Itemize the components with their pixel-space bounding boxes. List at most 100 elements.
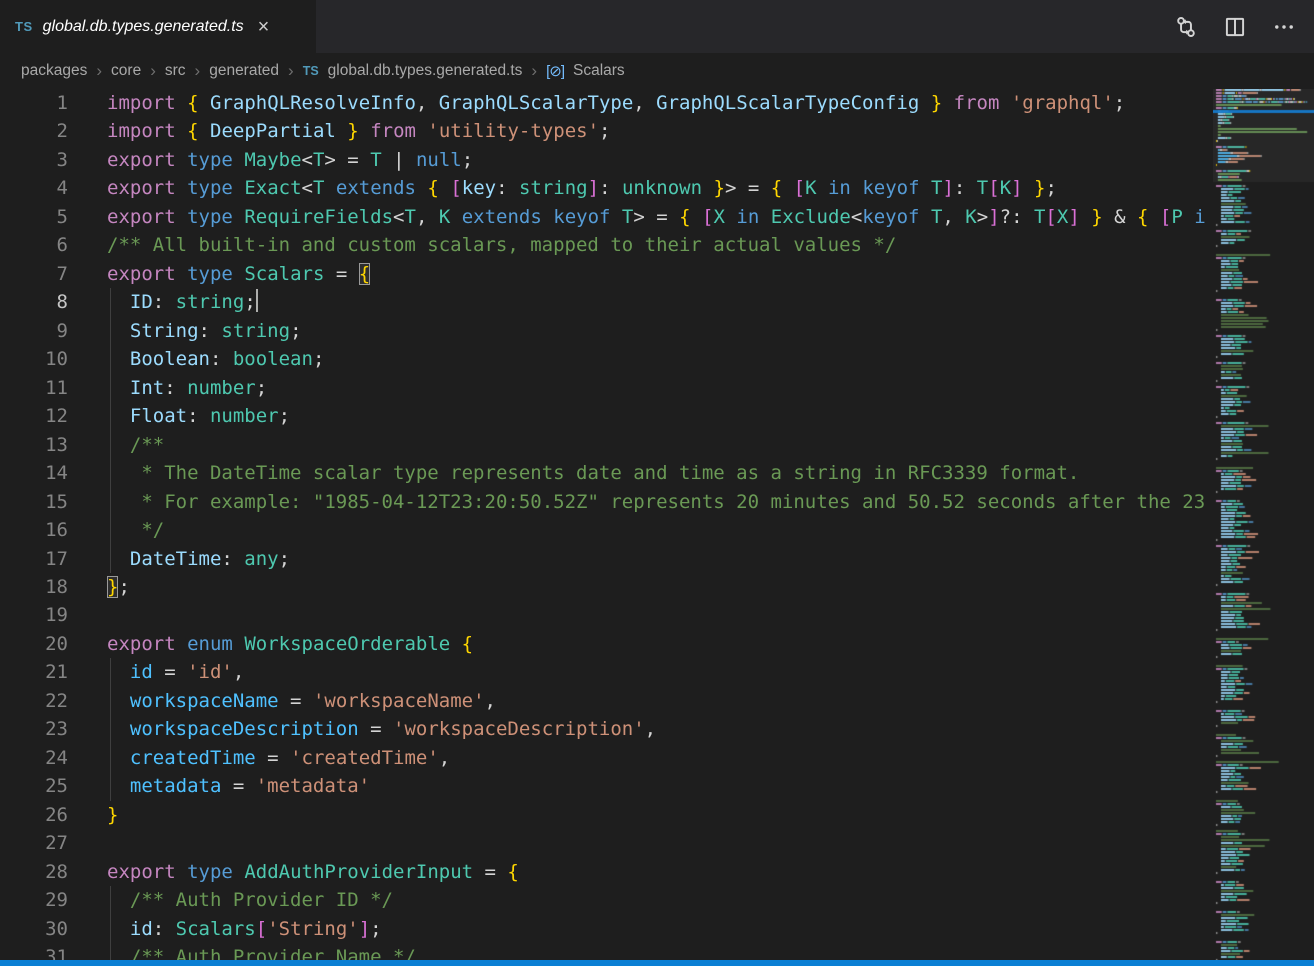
status-bar xyxy=(0,960,1314,966)
code-lines[interactable]: 1import { GraphQLResolveInfo, GraphQLSca… xyxy=(0,89,1213,960)
code-line-content: Int: number; xyxy=(68,374,267,402)
close-tab-icon[interactable]: × xyxy=(258,17,270,37)
code-line-content: createdTime = 'createdTime', xyxy=(68,744,450,772)
code-line[interactable]: 21 id = 'id', xyxy=(0,658,1213,686)
symbol-type-icon: [⊘] xyxy=(546,62,564,80)
line-number: 28 xyxy=(0,858,68,886)
breadcrumb-separator-icon: › xyxy=(195,62,201,81)
code-line-content xyxy=(68,829,107,857)
code-line-content: metadata = 'metadata' xyxy=(68,772,370,800)
compare-changes-icon[interactable] xyxy=(1174,15,1198,39)
code-line-content: ID: string; xyxy=(68,288,258,316)
line-number: 17 xyxy=(0,545,68,573)
code-line-content: export enum WorkspaceOrderable { xyxy=(68,630,473,658)
code-line[interactable]: 17 DateTime: any; xyxy=(0,545,1213,573)
line-number: 31 xyxy=(0,943,68,960)
line-number: 10 xyxy=(0,345,68,373)
code-line[interactable]: 4export type Exact<T extends { [key: str… xyxy=(0,174,1213,202)
line-number: 13 xyxy=(0,431,68,459)
code-line[interactable]: 29 /** Auth Provider ID */ xyxy=(0,886,1213,914)
code-line[interactable]: 11 Int: number; xyxy=(0,374,1213,402)
code-line[interactable]: 5export type RequireFields<T, K extends … xyxy=(0,203,1213,231)
line-number: 14 xyxy=(0,459,68,487)
code-line[interactable]: 7export type Scalars = { xyxy=(0,260,1213,288)
code-line[interactable]: 25 metadata = 'metadata' xyxy=(0,772,1213,800)
line-number: 1 xyxy=(0,89,68,117)
breadcrumb-item-symbol-scalars[interactable]: Scalars xyxy=(573,62,625,80)
code-line-content: /** xyxy=(68,431,164,459)
code-line[interactable]: 30 id: Scalars['String']; xyxy=(0,915,1213,943)
indent-guide xyxy=(110,288,111,573)
code-line[interactable]: 3export type Maybe<T> = T | null; xyxy=(0,146,1213,174)
breadcrumb-item-src[interactable]: src xyxy=(165,62,186,80)
code-line-content: }; xyxy=(68,573,130,601)
code-line[interactable]: 6/** All built-in and custom scalars, ma… xyxy=(0,231,1213,259)
code-line-content: } xyxy=(68,801,118,829)
more-actions-icon[interactable] xyxy=(1272,15,1296,39)
line-number: 4 xyxy=(0,174,68,202)
code-line[interactable]: 12 Float: number; xyxy=(0,402,1213,430)
code-line-content: export type Exact<T extends { [key: stri… xyxy=(68,174,1057,202)
split-editor-icon[interactable] xyxy=(1223,15,1247,39)
line-number: 24 xyxy=(0,744,68,772)
line-number: 6 xyxy=(0,231,68,259)
line-number: 30 xyxy=(0,915,68,943)
line-number: 8 xyxy=(0,288,68,316)
minimap[interactable] xyxy=(1213,89,1314,960)
code-line[interactable]: 19 xyxy=(0,601,1213,629)
code-line[interactable]: 18}; xyxy=(0,573,1213,601)
code-line-content: workspaceName = 'workspaceName', xyxy=(68,687,496,715)
code-line-content: /** All built-in and custom scalars, map… xyxy=(68,231,896,259)
code-line[interactable]: 16 */ xyxy=(0,516,1213,544)
code-line-content: /** Auth Provider ID */ xyxy=(68,886,393,914)
code-line-content: export type RequireFields<T, K extends k… xyxy=(68,203,1206,231)
code-line[interactable]: 28export type AddAuthProviderInput = { xyxy=(0,858,1213,886)
code-line[interactable]: 22 workspaceName = 'workspaceName', xyxy=(0,687,1213,715)
typescript-file-icon: TS xyxy=(303,64,319,78)
code-line[interactable]: 26} xyxy=(0,801,1213,829)
breadcrumb-item-core[interactable]: core xyxy=(111,62,141,80)
code-line-content: /** Auth Provider Name */ xyxy=(68,943,416,960)
breadcrumb-item-generated[interactable]: generated xyxy=(209,62,279,80)
code-editor[interactable]: 1import { GraphQLResolveInfo, GraphQLSca… xyxy=(0,89,1213,960)
line-number: 3 xyxy=(0,146,68,174)
code-line[interactable]: 23 workspaceDescription = 'workspaceDesc… xyxy=(0,715,1213,743)
code-line-content: export type Scalars = { xyxy=(68,260,370,288)
line-number: 5 xyxy=(0,203,68,231)
code-line[interactable]: 8 ID: string; xyxy=(0,288,1213,316)
code-line[interactable]: 20export enum WorkspaceOrderable { xyxy=(0,630,1213,658)
code-line[interactable]: 1import { GraphQLResolveInfo, GraphQLSca… xyxy=(0,89,1213,117)
tab-global-db-types-generated-ts[interactable]: TS global.db.types.generated.ts × xyxy=(0,0,316,53)
code-line[interactable]: 27 xyxy=(0,829,1213,857)
code-line-content: id = 'id', xyxy=(68,658,244,686)
breadcrumb-item-file[interactable]: global.db.types.generated.ts xyxy=(328,62,523,80)
breadcrumb-separator-icon: › xyxy=(96,62,102,81)
text-cursor xyxy=(256,289,258,312)
line-number: 9 xyxy=(0,317,68,345)
line-number: 21 xyxy=(0,658,68,686)
code-line[interactable]: 13 /** xyxy=(0,431,1213,459)
code-line[interactable]: 31 /** Auth Provider Name */ xyxy=(0,943,1213,960)
tab-title: global.db.types.generated.ts xyxy=(43,18,244,36)
code-line[interactable]: 24 createdTime = 'createdTime', xyxy=(0,744,1213,772)
code-line[interactable]: 14 * The DateTime scalar type represents… xyxy=(0,459,1213,487)
code-line-content: id: Scalars['String']; xyxy=(68,915,382,943)
code-line[interactable]: 15 * For example: "1985-04-12T23:20:50.5… xyxy=(0,488,1213,516)
line-number: 27 xyxy=(0,829,68,857)
line-number: 23 xyxy=(0,715,68,743)
line-number: 19 xyxy=(0,601,68,629)
line-number: 29 xyxy=(0,886,68,914)
editor-actions xyxy=(1174,0,1314,53)
code-line-content: DateTime: any; xyxy=(68,545,290,573)
code-line-content: export type Maybe<T> = T | null; xyxy=(68,146,473,174)
code-line[interactable]: 10 Boolean: boolean; xyxy=(0,345,1213,373)
line-number: 2 xyxy=(0,117,68,145)
code-line[interactable]: 2import { DeepPartial } from 'utility-ty… xyxy=(0,117,1213,145)
breadcrumb-item-packages[interactable]: packages xyxy=(21,62,87,80)
code-line-content: Boolean: boolean; xyxy=(68,345,324,373)
breadcrumb-separator-icon: › xyxy=(288,62,294,81)
code-line[interactable]: 9 String: string; xyxy=(0,317,1213,345)
code-line-content: * For example: "1985-04-12T23:20:50.52Z"… xyxy=(68,488,1205,516)
line-number: 20 xyxy=(0,630,68,658)
line-number: 18 xyxy=(0,573,68,601)
